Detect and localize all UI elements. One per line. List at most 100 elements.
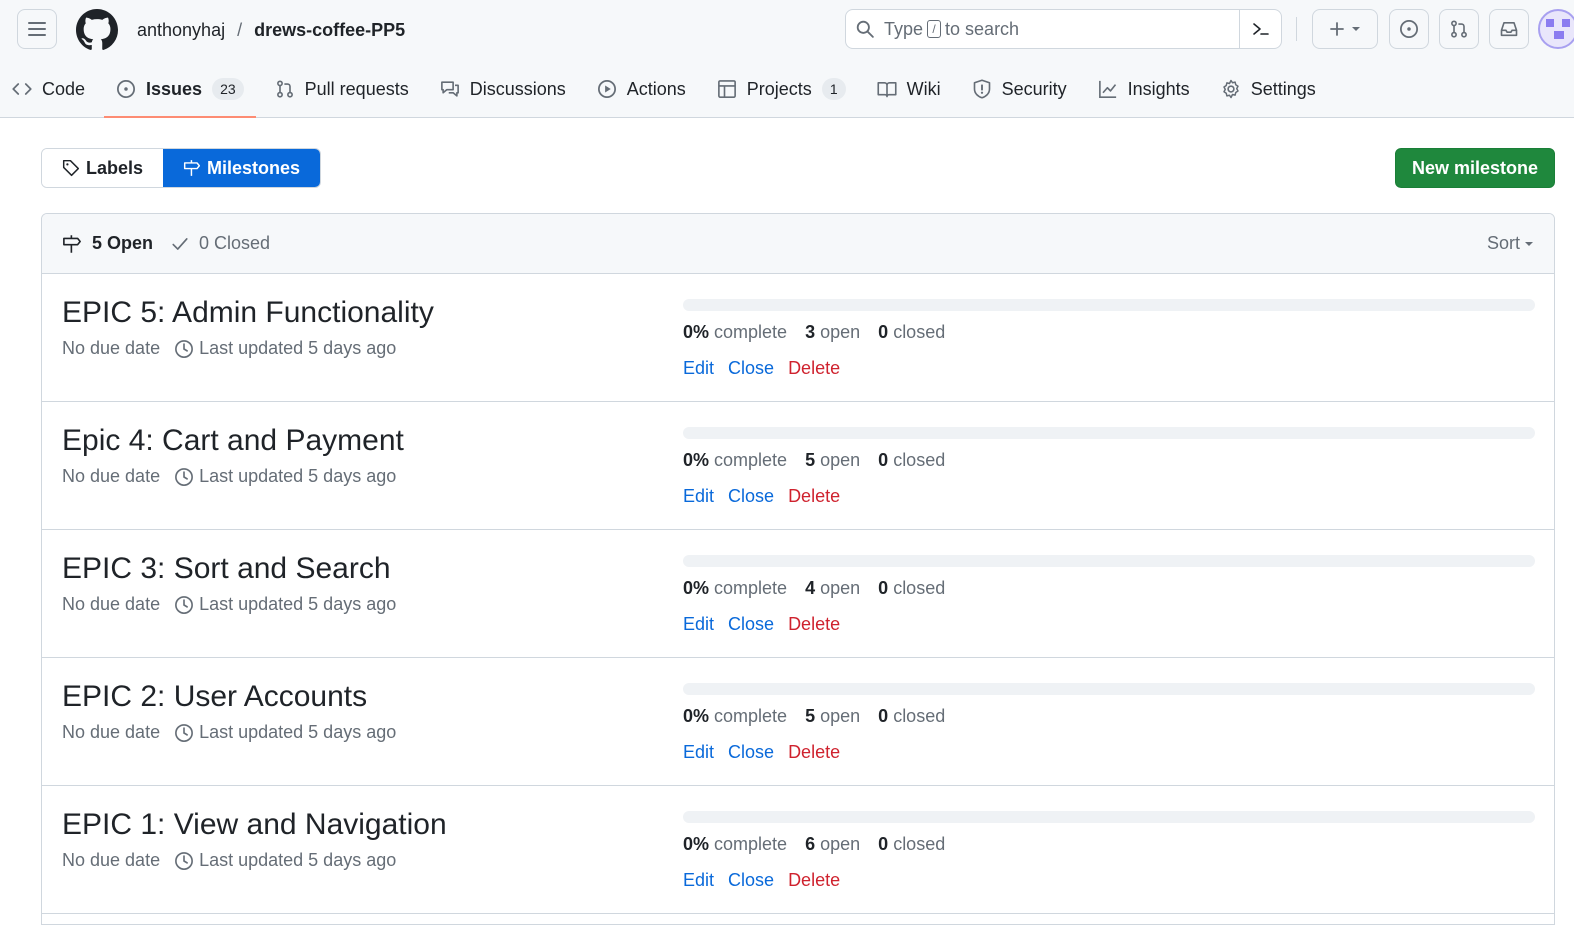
tab-label: Wiki — [906, 78, 941, 99]
hamburger-menu-button[interactable] — [17, 9, 57, 49]
git-pull-request-icon — [1451, 20, 1467, 38]
tab-projects[interactable]: Projects 1 — [705, 70, 858, 108]
milestone-title-link[interactable]: EPIC 1: View and Navigation — [62, 808, 447, 842]
search-placeholder-suffix: to search — [945, 18, 1020, 39]
graph-icon — [1098, 80, 1116, 98]
labels-label: Labels — [86, 157, 144, 178]
milestones-list: 5 Open 0 Closed Sort EPIC 5: Admin Funct… — [41, 213, 1555, 925]
progress-bar — [683, 427, 1535, 439]
command-palette-button[interactable] — [1239, 10, 1281, 48]
edit-link[interactable]: Edit — [683, 358, 714, 379]
delete-link[interactable]: Delete — [788, 486, 840, 507]
last-updated-text: Last updated 5 days ago — [199, 338, 397, 358]
closed-issues-count[interactable]: 0 closed — [878, 322, 945, 343]
tab-actions[interactable]: Actions — [585, 70, 698, 108]
milestone-stats: 0% complete 6 open 0 closed — [683, 834, 945, 855]
milestone-title-link[interactable]: EPIC 2: User Accounts — [62, 680, 367, 714]
open-issues-count[interactable]: 3 open — [805, 322, 860, 343]
tab-discussions[interactable]: Discussions — [428, 70, 578, 108]
play-icon — [597, 80, 616, 98]
labels-button[interactable]: Labels — [42, 149, 164, 187]
closed-issues-count[interactable]: 0 closed — [878, 706, 945, 727]
tab-code[interactable]: Code — [0, 70, 97, 108]
delete-link[interactable]: Delete — [788, 614, 840, 635]
open-issues-count[interactable]: 4 open — [805, 578, 860, 599]
edit-link[interactable]: Edit — [683, 742, 714, 763]
create-new-button[interactable] — [1312, 9, 1378, 49]
due-date: No due date — [62, 466, 161, 486]
milestone-row: EPIC 2: User Accounts No due date Last u… — [42, 658, 1554, 786]
delete-link[interactable]: Delete — [788, 358, 840, 379]
closed-issues-count[interactable]: 0 closed — [878, 834, 945, 855]
delete-link[interactable]: Delete — [788, 742, 840, 763]
close-link[interactable]: Close — [728, 358, 774, 379]
tag-icon — [62, 159, 80, 177]
book-icon — [877, 81, 897, 98]
milestone-title-link[interactable]: EPIC 5: Admin Functionality — [62, 296, 434, 330]
code-icon — [12, 83, 32, 95]
avatar[interactable] — [1538, 9, 1574, 49]
last-updated: Last updated 5 days ago — [174, 722, 396, 743]
open-issues-count[interactable]: 5 open — [805, 706, 860, 727]
inbox-icon — [1500, 21, 1518, 37]
due-date: No due date — [62, 594, 161, 614]
new-milestone-button[interactable]: New milestone — [1395, 148, 1555, 188]
tab-label: Settings — [1250, 78, 1316, 99]
open-issues-count[interactable]: 5 open — [805, 450, 860, 471]
issues-counter: 23 — [212, 78, 244, 100]
closed-issues-count[interactable]: 0 closed — [878, 578, 945, 599]
delete-link[interactable]: Delete — [788, 870, 840, 891]
milestone-title-link[interactable]: Epic 4: Cart and Payment — [62, 424, 404, 458]
milestone-row: Epic 4: Cart and Payment No due date Las… — [42, 402, 1554, 530]
milestones-button[interactable]: Milestones — [163, 149, 321, 187]
command-palette-icon — [1252, 23, 1269, 35]
close-link[interactable]: Close — [728, 870, 774, 891]
milestones-filter-header: 5 Open 0 Closed Sort — [42, 214, 1554, 274]
clock-icon — [175, 595, 194, 614]
progress-bar — [683, 683, 1535, 695]
tab-security[interactable]: Security — [960, 70, 1079, 108]
last-updated: Last updated 5 days ago — [174, 594, 396, 615]
search-icon — [856, 20, 874, 38]
close-link[interactable]: Close — [728, 614, 774, 635]
open-issues-count[interactable]: 6 open — [805, 834, 860, 855]
comment-discussion-icon — [440, 81, 459, 97]
percent-complete: 0% complete — [683, 834, 788, 854]
open-count: 5 Open — [92, 233, 154, 253]
your-pull-requests-button[interactable] — [1439, 9, 1479, 49]
github-logo-icon[interactable] — [76, 9, 118, 51]
edit-link[interactable]: Edit — [683, 614, 714, 635]
milestone-row: EPIC 1: View and Navigation No due date … — [42, 786, 1554, 914]
clock-icon — [175, 339, 194, 358]
clock-icon — [175, 723, 194, 742]
search-input[interactable]: Type / to search — [845, 9, 1282, 49]
milestone-actions: Edit Close Delete — [683, 614, 840, 635]
edit-link[interactable]: Edit — [683, 486, 714, 507]
close-link[interactable]: Close — [728, 742, 774, 763]
inbox-button[interactable] — [1489, 9, 1529, 49]
milestone-meta: No due date Last updated 5 days ago — [62, 722, 396, 743]
tab-wiki[interactable]: Wiki — [865, 70, 953, 108]
tab-insights[interactable]: Insights — [1086, 70, 1202, 108]
tab-issues[interactable]: Issues 23 — [104, 70, 256, 118]
sort-dropdown[interactable]: Sort — [1487, 233, 1534, 254]
milestones-label: Milestones — [207, 157, 301, 178]
your-issues-button[interactable] — [1389, 9, 1429, 49]
tab-label: Pull requests — [304, 78, 409, 99]
repo-header: anthonyhaj / drews-coffee-PP5 Type / to … — [0, 0, 1574, 118]
last-updated-text: Last updated 5 days ago — [199, 722, 397, 742]
tab-pull-requests[interactable]: Pull requests — [263, 70, 421, 108]
breadcrumb-separator: / — [237, 20, 243, 40]
milestone-title-link[interactable]: EPIC 3: Sort and Search — [62, 552, 391, 586]
close-link[interactable]: Close — [728, 486, 774, 507]
closed-milestones-filter[interactable]: 0 Closed — [171, 233, 270, 254]
milestone-actions: Edit Close Delete — [683, 870, 840, 891]
edit-link[interactable]: Edit — [683, 870, 714, 891]
repo-name-link[interactable]: drews-coffee-PP5 — [254, 17, 405, 43]
closed-issues-count[interactable]: 0 closed — [878, 450, 945, 471]
open-milestones-filter[interactable]: 5 Open — [62, 233, 153, 254]
breadcrumb: anthonyhaj / drews-coffee-PP5 — [137, 17, 405, 43]
repo-owner-link[interactable]: anthonyhaj — [137, 17, 225, 43]
tab-settings[interactable]: Settings — [1209, 70, 1328, 108]
hamburger-icon — [28, 22, 46, 36]
